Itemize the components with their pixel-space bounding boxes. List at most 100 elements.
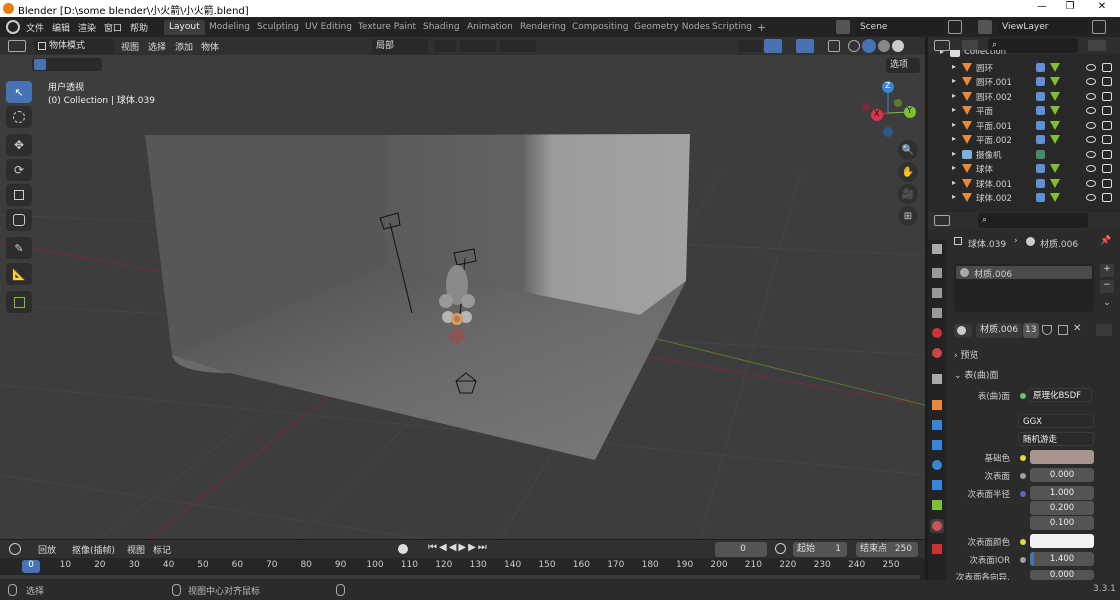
outliner-row[interactable]: ▸ 平面.002 [928, 133, 1120, 148]
scene-tab-icon[interactable] [932, 328, 942, 338]
end-frame-field[interactable]: 结束点 250 [856, 542, 918, 557]
render-tab-icon[interactable] [932, 268, 942, 278]
preview-panel-header[interactable]: › 预览 [954, 348, 979, 361]
material-shading-icon[interactable] [878, 40, 890, 52]
expand-arrow-icon[interactable]: ▸ [952, 163, 956, 172]
remove-slot-button[interactable]: − [1100, 280, 1114, 293]
subsurface-aniso-field[interactable]: 0.000 [1030, 570, 1094, 580]
outliner-row[interactable]: ▸ 平面.001 [928, 119, 1120, 134]
camera-data-icon[interactable] [1036, 149, 1045, 159]
menu-help[interactable]: 帮助 [130, 21, 148, 34]
tab-compositing[interactable]: Compositing [567, 20, 633, 35]
close-button[interactable]: ✕ [1090, 1, 1114, 15]
visibility-eye-icon[interactable] [1086, 136, 1096, 143]
view-layer-icon[interactable] [978, 20, 992, 34]
particles-tab-icon[interactable] [932, 440, 942, 450]
new-scene-icon[interactable] [948, 20, 962, 34]
expand-arrow-icon[interactable]: ▸ [952, 62, 956, 71]
visibility-eye-icon[interactable] [1086, 78, 1096, 85]
material-name-field[interactable]: 材质.006 [976, 323, 1022, 338]
subsurface-field[interactable]: 0.000 [1030, 468, 1094, 482]
outliner-row[interactable]: ▸ 球体 [928, 162, 1120, 177]
proportional-edit-icon[interactable] [500, 40, 536, 52]
maximize-button[interactable]: ❐ [1058, 1, 1082, 15]
modifier-icon[interactable] [1036, 106, 1045, 115]
subsurface-method-selector[interactable]: 随机游走 [1018, 432, 1094, 446]
render-visibility-icon[interactable] [1102, 62, 1112, 72]
render-visibility-icon[interactable] [1102, 178, 1112, 188]
tab-shading[interactable]: Shading [418, 20, 465, 35]
menu-marker[interactable]: 标记 [153, 543, 171, 556]
rendered-shading-icon[interactable] [892, 40, 904, 52]
menu-edit[interactable]: 编辑 [52, 21, 70, 34]
rotate-tool[interactable]: ⟳ [6, 159, 32, 181]
menu-view[interactable]: 视图 [121, 40, 139, 53]
outliner-row[interactable]: ▸ 摄像机 [928, 148, 1120, 163]
move-tool[interactable]: ✥ [6, 134, 32, 156]
material-tab-button[interactable] [930, 519, 944, 533]
menu-object[interactable]: 物体 [201, 40, 219, 53]
overlay-toggle-icon[interactable] [796, 39, 814, 53]
record-icon[interactable] [398, 544, 408, 554]
outliner-row[interactable]: ▸ 圆环.001 [928, 75, 1120, 90]
subsurface-color-swatch[interactable] [1030, 534, 1094, 548]
snap-icon[interactable] [460, 40, 496, 52]
render-visibility-icon[interactable] [1102, 91, 1112, 101]
outliner-row[interactable]: ▸ Collection [928, 50, 1120, 61]
measure-tool[interactable]: 📐 [6, 263, 32, 285]
outliner-row[interactable]: ▸ 球体.001 [928, 177, 1120, 192]
pin-icon[interactable]: 📌 [1100, 236, 1111, 246]
mesh-data-icon[interactable] [1050, 77, 1060, 86]
material-slot-list[interactable]: 材质.006 [954, 264, 1094, 312]
expand-arrow-icon[interactable]: ▸ [952, 91, 956, 100]
visibility-eye-icon[interactable] [1086, 121, 1096, 129]
subsurface-radius-z[interactable]: 0.100 [1030, 516, 1094, 530]
modifier-icon[interactable] [1036, 193, 1045, 202]
menu-file[interactable]: 文件 [26, 21, 44, 34]
world-tab-icon[interactable] [932, 348, 942, 358]
clock-icon[interactable] [775, 543, 786, 554]
surface-shader-selector[interactable]: 原理化BSDF [1028, 388, 1092, 402]
visibility-eye-icon[interactable] [1086, 150, 1096, 158]
mesh-data-icon[interactable] [1050, 135, 1060, 144]
distribution-selector[interactable]: GGX [1018, 414, 1094, 428]
tab-layout[interactable]: Layout [164, 20, 205, 35]
cursor-tool[interactable] [6, 106, 32, 128]
add-cube-tool[interactable] [6, 291, 32, 313]
expand-arrow-icon[interactable]: ▸ [952, 134, 956, 143]
timeline-editor-icon[interactable] [9, 543, 21, 555]
tab-scripting[interactable]: Scripting [707, 20, 757, 35]
pan-button[interactable]: ✋ [898, 162, 918, 182]
tab-uv-editing[interactable]: UV Editing [300, 20, 357, 35]
unlink-material-icon[interactable]: ✕ [1073, 323, 1081, 334]
modifier-icon[interactable] [1036, 164, 1045, 173]
menu-keying[interactable]: 抠像(插帧) [72, 543, 115, 556]
properties-search-input[interactable]: ⌕ [978, 213, 1088, 228]
visibility-eye-icon[interactable] [1086, 107, 1096, 114]
transform-orientation-selector[interactable]: 局部 [372, 39, 428, 54]
scene-selector[interactable]: Scene [856, 20, 944, 35]
outliner-row[interactable]: ▸ 平面 [928, 104, 1120, 119]
tab-rendering[interactable]: Rendering [515, 20, 571, 35]
material-slot-row[interactable]: 材质.006 [956, 266, 1092, 280]
render-visibility-icon[interactable] [1102, 77, 1112, 86]
select-new-icon[interactable] [34, 59, 46, 70]
navigation-gizmo[interactable]: Z Y X [858, 80, 918, 140]
texture-tab-icon[interactable] [932, 544, 942, 554]
menu-add[interactable]: 添加 [175, 40, 193, 53]
menu-timeline-view[interactable]: 视图 [127, 543, 145, 556]
add-workspace-button[interactable]: + [752, 20, 771, 35]
modifier-tab-icon[interactable] [932, 420, 942, 430]
expand-arrow-icon[interactable]: ▸ [940, 50, 944, 56]
new-view-layer-icon[interactable] [1092, 20, 1106, 34]
mesh-data-icon[interactable] [1050, 91, 1060, 101]
tab-modeling[interactable]: Modeling [204, 20, 255, 35]
browse-material-button[interactable] [954, 324, 972, 337]
render-visibility-icon[interactable] [1102, 164, 1112, 173]
render-visibility-icon[interactable] [1102, 149, 1112, 159]
duplicate-material-icon[interactable] [1058, 325, 1068, 335]
expand-arrow-icon[interactable]: ▸ [952, 178, 956, 187]
render-visibility-icon[interactable] [1102, 106, 1112, 115]
view-layer-tab-icon[interactable] [932, 308, 942, 318]
minimize-button[interactable]: — [1030, 1, 1054, 15]
